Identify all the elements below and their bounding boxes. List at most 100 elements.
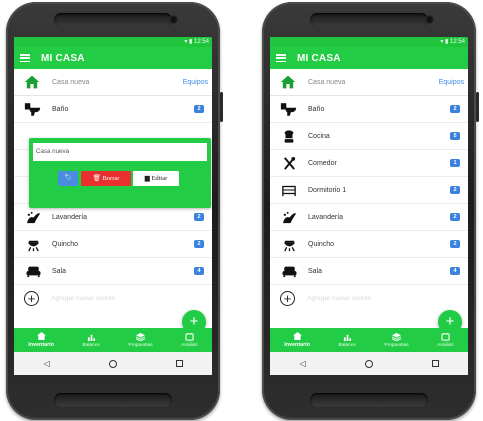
nav-item-inventario[interactable]: Inventario (28, 332, 54, 348)
phone-left: ▾ ▮ 12:54 MI CASA Casa nueva Equipos Bañ… (6, 2, 223, 420)
count-badge: 4 (450, 267, 460, 275)
room-row[interactable]: Baño 2 (14, 96, 212, 123)
edit-button[interactable]: ▆ Editar (133, 171, 179, 186)
delete-button-label: Borrar (102, 175, 120, 182)
room-name: Comedor (308, 159, 337, 167)
count-badge: 2 (450, 186, 460, 194)
app-screen: ▾ ▮ 12:54 MI CASA Casa nueva Equipos Bañ… (270, 37, 468, 375)
tablet-icon (441, 332, 450, 341)
nav-item-propuestas[interactable]: Propuestas (128, 332, 153, 348)
count-badge: 5 (450, 132, 460, 140)
room-row[interactable]: Lavandería 2 (270, 204, 468, 231)
status-time: 12:54 (193, 39, 209, 45)
nav-item-balance[interactable]: Balance (83, 333, 100, 348)
nav-item-label: Inventario (284, 342, 311, 348)
room-name: Quincho (308, 240, 335, 248)
recent-apps-icon[interactable] (431, 360, 439, 367)
back-icon[interactable]: ◁ (43, 359, 49, 368)
grill-icon (280, 236, 298, 252)
washer-icon (280, 209, 298, 225)
home-circle-icon[interactable] (364, 359, 373, 368)
add-circle-icon[interactable]: + (24, 291, 39, 306)
nav-item-propuestas[interactable]: Propuestas (384, 332, 409, 348)
front-camera (425, 15, 434, 24)
room-row[interactable]: Sala 4 (14, 258, 212, 285)
home-circle-icon[interactable] (108, 359, 117, 368)
toilet-icon (24, 101, 42, 117)
add-room-row[interactable]: + Agregar nuevo recinto (14, 285, 212, 312)
room-row[interactable]: Dormitorio 1 2 (270, 177, 468, 204)
nav-item-label: Propuestas (384, 342, 409, 348)
label-button[interactable]: 🏷 (58, 171, 78, 186)
room-row[interactable]: Sala 4 (270, 258, 468, 285)
menu-icon[interactable] (276, 54, 286, 62)
nav-item-label: Propuestas (128, 342, 153, 348)
add-room-placeholder: Agregar nuevo recinto (51, 295, 115, 302)
room-row[interactable]: Quincho 2 (270, 231, 468, 258)
grill-icon (24, 236, 42, 252)
washer-icon (24, 209, 42, 225)
toilet-icon (280, 101, 298, 117)
nav-item-analisis[interactable]: Análisis (181, 332, 198, 348)
nav-item-label: Inventario (28, 342, 55, 348)
nav-item-inventario[interactable]: Inventario (284, 332, 310, 348)
room-row[interactable]: Lavandería 2 (14, 204, 212, 231)
home-icon (36, 332, 46, 340)
layers-icon (135, 332, 146, 341)
folder-icon: ▆ (144, 175, 150, 182)
nav-item-balance[interactable]: Balance (339, 333, 356, 348)
delete-button[interactable]: 🗑 Borrar (81, 171, 131, 186)
count-badge: 2 (450, 213, 460, 221)
room-list-right: Baño 2 Cocina 5 Comedor 1 Dormitorio 1 2 Lavande… (270, 96, 468, 285)
house-name: Casa nueva (308, 78, 346, 86)
phone-right: ▾ ▮ 12:54 MI CASA Casa nueva Equipos Bañ… (262, 2, 479, 420)
count-badge: 2 (194, 105, 204, 113)
count-badge: 2 (194, 240, 204, 248)
bottom-nav: Inventario Balance Propuestas Análisis (270, 328, 468, 352)
back-icon[interactable]: ◁ (299, 359, 305, 368)
house-name-input[interactable]: Casa nueva (33, 143, 207, 161)
cutlery-icon (280, 155, 298, 171)
recent-apps-icon[interactable] (175, 360, 183, 367)
bottom-speaker (54, 393, 172, 407)
nav-item-label: Análisis (181, 342, 198, 348)
home-icon (24, 75, 40, 89)
nav-item-label: Análisis (437, 342, 454, 348)
add-room-placeholder: Agregar nuevo recinto (307, 295, 371, 302)
equipos-link[interactable]: Equipos (183, 79, 208, 86)
room-name: Sala (308, 267, 323, 275)
count-badge: 4 (194, 267, 204, 275)
house-name: Casa nueva (52, 78, 90, 86)
bottom-nav: Inventario Balance Propuestas Análisis (14, 328, 212, 352)
bed-icon (280, 182, 298, 198)
chef-icon (280, 128, 298, 144)
menu-icon[interactable] (20, 54, 30, 62)
equipos-link[interactable]: Equipos (439, 79, 464, 86)
status-bar: ▾ ▮ 12:54 (270, 37, 468, 47)
bar-chart-icon (343, 333, 352, 341)
edit-house-dialog: Casa nueva 🏷 🗑 Borrar ▆ Editar (29, 138, 211, 208)
room-name: Baño (308, 105, 325, 113)
count-badge: 1 (450, 159, 460, 167)
room-row[interactable]: Cocina 5 (270, 123, 468, 150)
room-name: Lavandería (52, 213, 88, 221)
status-time: 12:54 (449, 39, 465, 45)
add-circle-icon[interactable]: + (280, 291, 295, 306)
house-row[interactable]: Casa nueva Equipos (270, 69, 468, 96)
room-row[interactable]: Comedor 1 (270, 150, 468, 177)
count-badge: 2 (450, 105, 460, 113)
home-icon (292, 332, 302, 340)
room-row[interactable]: Quincho 2 (14, 231, 212, 258)
count-badge: 2 (194, 213, 204, 221)
tablet-icon (185, 332, 194, 341)
nav-item-analisis[interactable]: Análisis (437, 332, 454, 348)
app-title: MI CASA (297, 52, 341, 64)
room-name: Dormitorio 1 (308, 186, 347, 194)
volume-button (220, 92, 223, 122)
add-room-row[interactable]: + Agregar nuevo recinto (270, 285, 468, 312)
nav-item-label: Balance (338, 342, 356, 348)
earpiece-speaker (54, 13, 172, 27)
room-row[interactable]: Baño 2 (270, 96, 468, 123)
system-nav-bar: ◁ (14, 352, 212, 375)
house-row[interactable]: Casa nueva Equipos (14, 69, 212, 96)
